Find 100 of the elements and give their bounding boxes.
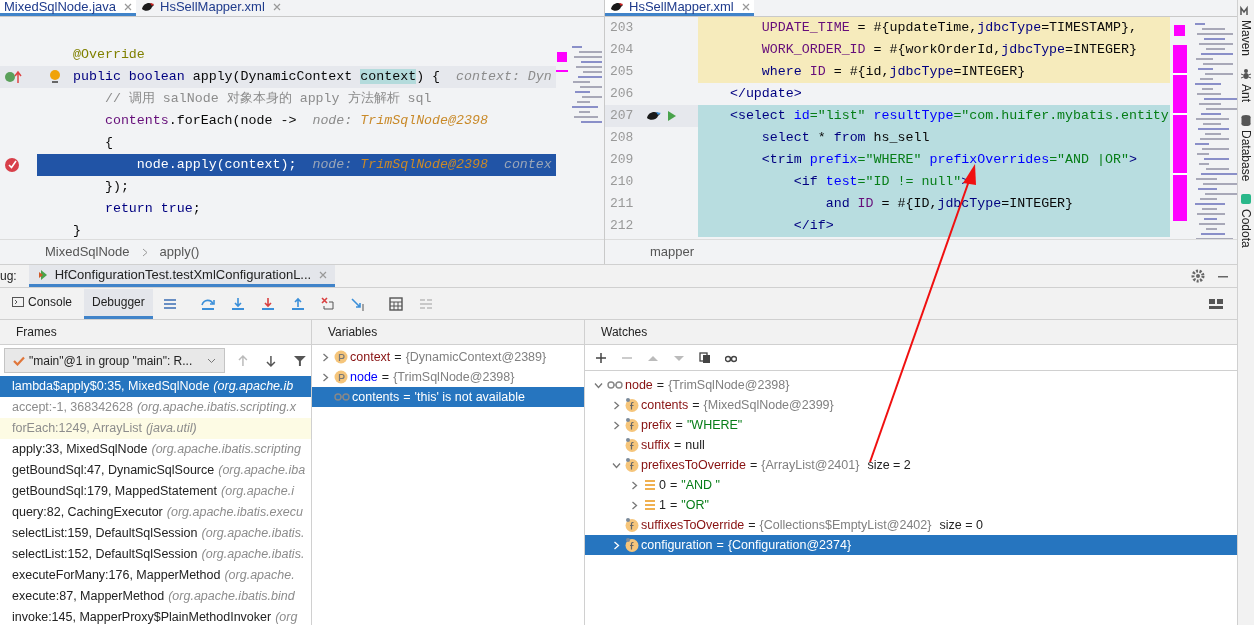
code-line: @Override [73,46,146,64]
close-icon [319,270,328,279]
variable-name: 1 [659,496,666,514]
code-line: contents.forEach(node -> node: TrimSqlNode@2398 [103,112,489,130]
frame-item[interactable]: getBoundSql:47, DynamicSqlSource (org.apache.iba [0,460,311,481]
close-icon [741,2,750,11]
copy-button[interactable] [697,349,713,366]
equals-sign: = [668,496,679,514]
tool-window-button[interactable]: Codota [1237,193,1254,249]
editor-tab[interactable]: MixedSqlNode.java [0,0,136,16]
variable-value: {MixedSqlNode@2399} [703,396,834,414]
variable-value: "OR" [681,496,709,514]
panel-title: Variables [312,320,584,345]
frame-item[interactable]: apply:33, MixedSqlNode (org.apache.ibatis.scripting [0,439,311,460]
debug-label: ug: [0,268,18,285]
up-arrow-icon [237,354,250,367]
frame-item[interactable]: getBoundSql:179, MappedStatement (org.apache.i [0,481,311,502]
selected-row-highlight[interactable]: configuration = {Configuration@2374} [585,535,1237,555]
debugger-tab[interactable]: Debugger [84,288,153,319]
expand-chevron-icon[interactable] [320,352,330,362]
force-step-into-icon [259,295,276,312]
check-icon [13,355,25,366]
code-line: }); [103,178,130,196]
code-line: { [103,134,114,152]
chevron-icon [141,247,148,257]
line-number: 212 [609,217,635,236]
equals-sign: = [674,416,684,434]
settings-icon [1191,269,1205,283]
variable-name: prefix [641,416,672,434]
code-line: </update> [728,85,803,103]
variable-name: suffix [641,436,670,454]
collapse-chevron-icon[interactable] [611,460,621,470]
add-icon [595,351,607,364]
calculator-icon [387,295,404,312]
selected-row-highlight[interactable]: contents = 'this' is not available [312,387,584,407]
tool-window-button[interactable]: Database [1237,114,1254,182]
breadcrumb[interactable]: mapper [650,242,695,262]
line-number: 206 [609,85,635,104]
debugger-tab[interactable]: Console [4,288,81,319]
frame-item[interactable]: selectList:159, DefaultSqlSession (org.apache.ibatis. [0,523,311,544]
variable-name: contents [641,396,689,414]
equals-sign: = [655,376,666,394]
equals-sign: = [747,516,757,534]
codota-icon [1240,193,1252,206]
variable-value: {Collections$EmptyList@2402} [759,516,932,534]
line-number: 208 [609,129,635,148]
equals-sign: = [668,476,679,494]
line-number: 210 [609,173,635,192]
down-arrow-icon [265,354,278,367]
frame-item[interactable]: executeForMany:176, MapperMethod (org.apache. [0,565,311,586]
panel-title: Frames [0,320,311,345]
variable-name: 0 [659,476,666,494]
dropdown-caret-icon [207,357,217,364]
step-out-icon [289,295,306,312]
breadcrumb[interactable]: MixedSqlNode [45,242,130,262]
expand-chevron-icon[interactable] [320,372,330,382]
frame-item[interactable]: accept:-1, 368342628 (org.apache.ibatis.scripting.x [0,397,311,418]
variable-value: {TrimSqlNode@2398} [668,376,790,394]
lightbulb-icon [49,69,61,85]
line-number: 203 [609,19,635,38]
code-line: public boolean apply(DynamicContext context) { context: Dyn [73,68,553,86]
variable-name: prefixesToOverride [641,456,746,474]
equals-sign: = [691,396,701,414]
run-icon [667,110,677,122]
code-line: node.apply(context); node: TrimSqlNode@2398 contex [135,156,553,174]
variable-value: "AND " [681,476,720,494]
drop-frame-icon [319,295,336,312]
expand-chevron-icon[interactable] [629,500,639,510]
code-line: return true; [103,200,202,218]
line-number: 204 [609,41,635,60]
filter-icon [293,354,307,367]
tool-window-button[interactable]: Maven [1237,4,1254,57]
variable-value: "WHERE" [686,416,743,434]
variable-name: suffixesToOverride [641,516,745,534]
frame-item[interactable]: selectList:152, DefaultSqlSession (org.apache.ibatis. [0,544,311,565]
collapse-chevron-icon[interactable] [593,380,603,390]
expand-chevron-icon[interactable] [611,420,621,430]
variable-value: 'this' is not available [414,388,525,406]
variable-value: {ArrayList@2401} [761,456,860,474]
editor-tab[interactable]: HsSellMapper.xml [136,0,285,16]
expand-chevron-icon[interactable] [611,400,621,410]
equals-sign: = [402,388,412,406]
expand-chevron-icon[interactable] [629,480,639,490]
breadcrumb[interactable]: apply() [159,242,200,262]
close-icon [124,2,132,11]
code-line: // 调用 salNode 对象本身的 apply 方法解析 sql [103,90,433,108]
variable-name: contents [352,388,400,406]
tool-window-button[interactable]: Ant [1237,68,1254,103]
frame-item[interactable]: lambda$apply$0:35, MixedSqlNode (org.apache.ib [0,376,311,397]
thread-dropdown[interactable]: "main"@1 in group "main": R... [4,348,226,373]
expand-chevron-icon[interactable] [611,540,621,550]
equals-sign: = [672,436,683,454]
session-tab[interactable]: HfConfigurationTest.testXmlConfigurationL... [28,265,336,287]
frame-item[interactable]: invoke:145, MapperProxy$PlainMethodInvoker (org [0,607,311,625]
panel-title: Watches [585,320,1237,345]
frame-item[interactable]: execute:87, MapperMethod (org.apache.ibatis.bind [0,586,311,607]
variable-value: null [685,436,705,454]
editor-tab[interactable]: HsSellMapper.xml [605,0,754,16]
variable-name: node [625,376,653,394]
frame-item[interactable]: query:82, CachingExecutor (org.apache.ibatis.execu [0,502,311,523]
